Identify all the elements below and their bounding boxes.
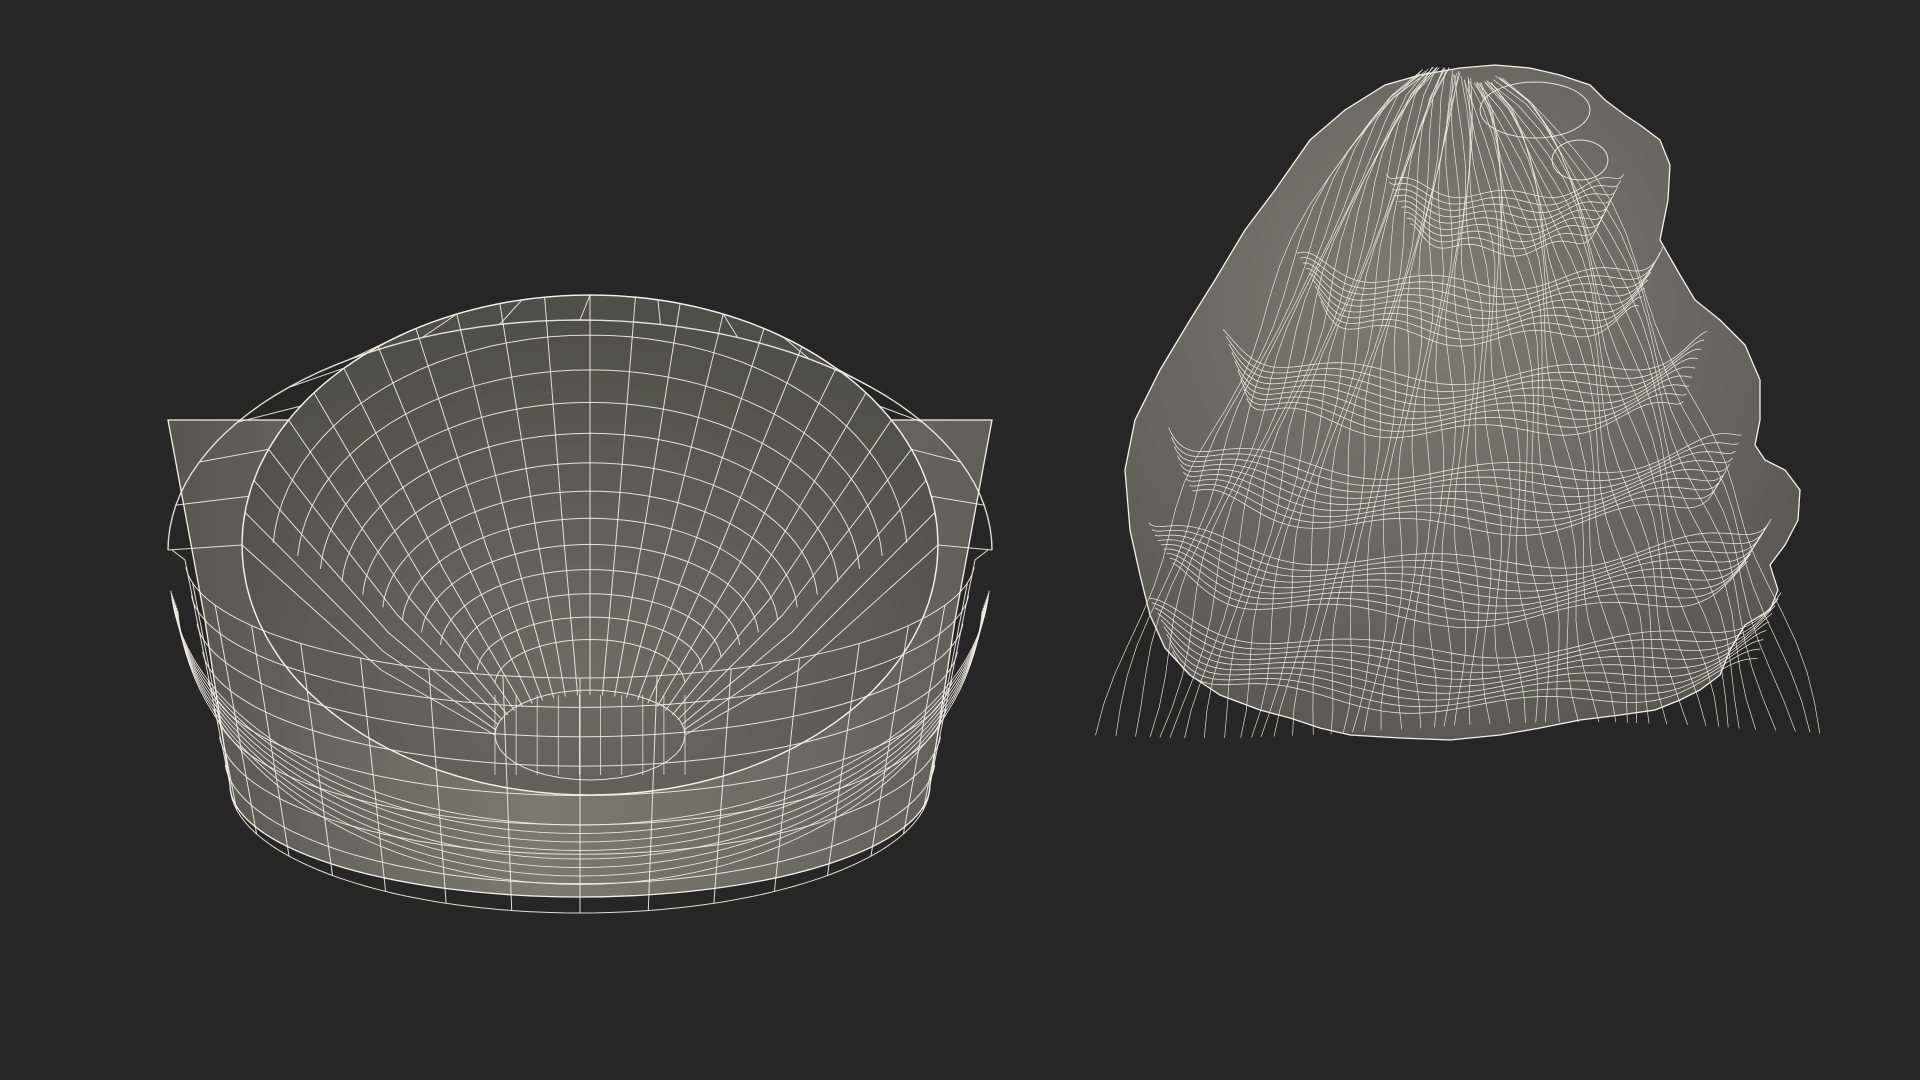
viewport-scene[interactable] xyxy=(0,0,1920,1080)
cream-silhouette[interactable] xyxy=(1124,64,1801,741)
whipped-cream-mesh[interactable] xyxy=(1095,64,1821,741)
3d-viewport[interactable] xyxy=(0,0,1920,1080)
bowl-mesh[interactable] xyxy=(167,132,993,914)
